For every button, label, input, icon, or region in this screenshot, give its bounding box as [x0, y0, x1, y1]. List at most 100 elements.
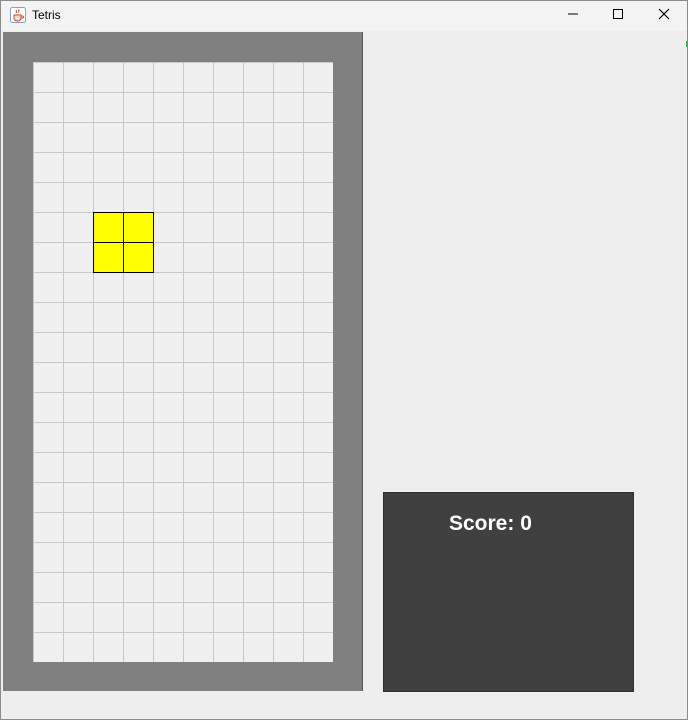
board-cell — [183, 332, 214, 363]
board-cell — [273, 422, 304, 453]
close-icon — [658, 7, 670, 25]
board-cell — [273, 92, 304, 123]
board-cell — [273, 512, 304, 543]
board-cell — [273, 332, 304, 363]
board-cell — [213, 92, 244, 123]
board-cell — [243, 542, 274, 573]
board-cell — [63, 422, 94, 453]
board-cell — [93, 632, 124, 662]
board-cell — [243, 182, 274, 213]
board-cell — [93, 332, 124, 363]
board-cell — [123, 332, 154, 363]
maximize-button[interactable] — [595, 1, 641, 31]
board-cell — [303, 272, 333, 303]
board-cell — [153, 482, 184, 513]
board-cell — [213, 122, 244, 153]
board-cell — [93, 182, 124, 213]
board-cell — [33, 572, 64, 603]
board-cell — [243, 422, 274, 453]
board-cell — [183, 302, 214, 333]
minimize-button[interactable] — [550, 1, 596, 31]
board-cell — [63, 122, 94, 153]
board-cell — [273, 302, 304, 333]
board-cell — [183, 242, 214, 273]
board-cell — [273, 482, 304, 513]
board-cell — [153, 602, 184, 633]
board-cell — [303, 152, 333, 183]
board-cell — [123, 512, 154, 543]
board-cell — [63, 482, 94, 513]
board-cell — [33, 62, 64, 93]
board-cell — [123, 422, 154, 453]
board-cell — [213, 212, 244, 243]
board-cell — [63, 212, 94, 243]
board-cell — [63, 242, 94, 273]
board-cell — [93, 92, 124, 123]
board-cell — [183, 632, 214, 662]
board-cell — [153, 422, 184, 453]
active-piece-block — [123, 212, 154, 243]
board-cell — [243, 362, 274, 393]
board-cell — [33, 482, 64, 513]
board-cell — [33, 272, 64, 303]
board-cell — [183, 122, 214, 153]
board-cell — [183, 452, 214, 483]
board-cell — [63, 92, 94, 123]
board-cell — [63, 362, 94, 393]
close-button[interactable] — [641, 1, 687, 31]
board-cell — [183, 482, 214, 513]
board-cell — [213, 482, 244, 513]
board-cell — [123, 572, 154, 603]
board-cell — [153, 542, 184, 573]
maximize-icon — [612, 7, 624, 25]
board-cell — [93, 422, 124, 453]
board-cell — [243, 572, 274, 603]
board-cell — [303, 212, 333, 243]
board-cell — [33, 332, 64, 363]
board-cell — [213, 302, 244, 333]
board-cell — [303, 332, 333, 363]
board-cell — [273, 242, 304, 273]
score-panel: Score: 0 — [383, 492, 634, 692]
score-display: Score: 0 — [449, 512, 532, 536]
board-cell — [153, 182, 184, 213]
board-cell — [213, 182, 244, 213]
board-cell — [243, 152, 274, 183]
board-cell — [243, 92, 274, 123]
board-cell — [213, 392, 244, 423]
board-cell — [213, 512, 244, 543]
game-board[interactable] — [33, 62, 333, 662]
board-cell — [303, 572, 333, 603]
board-cell — [273, 212, 304, 243]
board-grid — [33, 62, 333, 662]
board-cell — [123, 632, 154, 662]
board-cell — [33, 512, 64, 543]
board-cell — [123, 122, 154, 153]
board-cell — [303, 482, 333, 513]
title-bar[interactable]: Tetris — [1, 1, 687, 31]
active-piece-block — [93, 212, 124, 243]
board-cell — [183, 152, 214, 183]
board-cell — [273, 542, 304, 573]
board-cell — [303, 632, 333, 662]
board-cell — [213, 632, 244, 662]
board-cell — [273, 602, 304, 633]
board-cell — [33, 242, 64, 273]
board-cell — [273, 152, 304, 183]
board-cell — [93, 542, 124, 573]
board-cell — [123, 92, 154, 123]
board-cell — [303, 602, 333, 633]
board-cell — [123, 542, 154, 573]
score-label: Score: — [449, 512, 515, 535]
board-cell — [183, 602, 214, 633]
board-cell — [213, 362, 244, 393]
board-cell — [303, 362, 333, 393]
board-cell — [63, 62, 94, 93]
board-cell — [243, 602, 274, 633]
board-cell — [183, 572, 214, 603]
board-cell — [243, 332, 274, 363]
board-cell — [153, 332, 184, 363]
board-cell — [213, 602, 244, 633]
active-piece-block — [93, 242, 124, 273]
board-cell — [183, 62, 214, 93]
